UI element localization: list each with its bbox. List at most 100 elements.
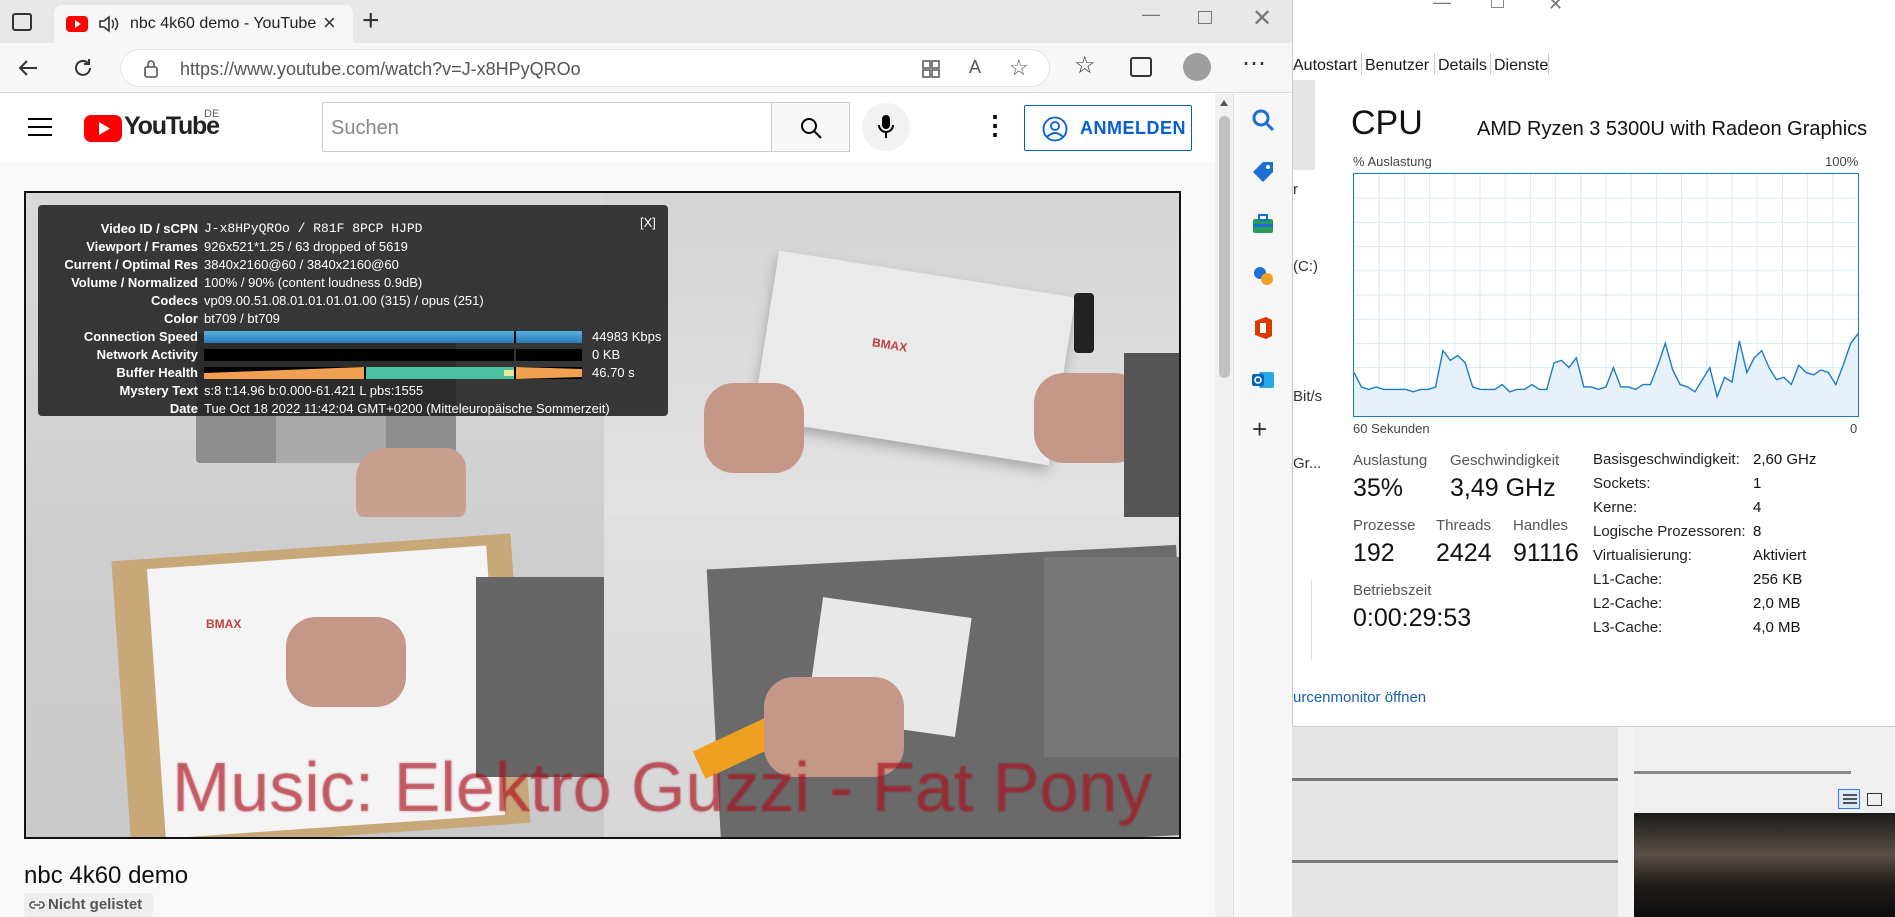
tm-minimize-icon[interactable]: — <box>1433 0 1451 13</box>
stats-label: Connection Speed <box>83 329 198 344</box>
outlook-icon[interactable] <box>1251 368 1275 392</box>
betriebszeit-value: 0:00:29:53 <box>1353 604 1472 632</box>
browser-toolbar: https://www.youtube.com/watch?v=J-x8HPyQ… <box>0 43 1292 93</box>
settings-more-icon[interactable]: ⋮ <box>982 110 1008 141</box>
tm-sidebar-selected[interactable] <box>1293 80 1315 170</box>
profile-avatar[interactable] <box>1183 53 1211 81</box>
background-window-right <box>1634 727 1895 917</box>
back-icon[interactable] <box>17 58 39 78</box>
stats-row: Video ID / sCPN J-x8HPyQROo / R81F 8PCP … <box>38 220 668 238</box>
divider <box>1634 771 1851 774</box>
stats-row: Viewport / Frames 926x521*1.25 / 63 drop… <box>38 238 668 256</box>
tm-maximize-icon[interactable] <box>1491 0 1504 8</box>
detail-label: Virtualisierung: <box>1593 547 1692 564</box>
tile-view-icon[interactable] <box>1867 793 1882 806</box>
music-caption: Music: Elektro Guzzi - Fat Pony <box>172 748 1153 826</box>
prozesse-label: Prozesse <box>1353 517 1416 534</box>
util-max-label: 100% <box>1825 154 1859 169</box>
url-text[interactable]: https://www.youtube.com/watch?v=J-x8HPyQ… <box>180 59 581 80</box>
visibility-badge: Nicht gelistet <box>24 893 153 917</box>
sidebar-search-icon[interactable] <box>1251 108 1275 132</box>
time-axis-left: 60 Sekunden <box>1353 421 1430 436</box>
tab-active[interactable]: nbc 4k60 demo - YouTube × <box>54 5 353 43</box>
stats-label: Volume / Normalized <box>71 275 198 290</box>
browser-window: nbc 4k60 demo - YouTube × + — ✕ https://… <box>0 0 1292 917</box>
tab-benutzer[interactable]: Benutzer <box>1365 57 1429 75</box>
tab-dienste[interactable]: Dienste <box>1494 57 1548 75</box>
lock-icon[interactable] <box>143 60 159 78</box>
new-tab-icon[interactable]: + <box>362 4 380 38</box>
scroll-up-icon[interactable] <box>1220 100 1228 106</box>
detail-label: L1-Cache: <box>1593 571 1663 588</box>
microphone-icon <box>878 115 894 138</box>
sleeve-shape <box>1124 353 1179 517</box>
favorites-icon[interactable]: ☆ <box>1074 51 1096 80</box>
time-axis-right: 0 <box>1850 421 1858 436</box>
tab-close-icon[interactable]: × <box>323 10 336 36</box>
voice-search-button[interactable] <box>862 103 910 151</box>
link-icon <box>29 901 45 909</box>
office-icon[interactable] <box>1251 316 1275 340</box>
stats-label: Viewport / Frames <box>86 239 198 254</box>
tab-autostart[interactable]: Autostart <box>1293 57 1357 75</box>
tab-details[interactable]: Details <box>1438 57 1487 75</box>
list-view-icon[interactable] <box>1838 789 1860 809</box>
arm-right-shape <box>1044 557 1179 757</box>
stats-value: Tue Oct 18 2022 11:42:04 GMT+0200 (Mitte… <box>204 401 610 416</box>
scroll-thumb[interactable] <box>1219 116 1230 378</box>
tab-actions-icon[interactable] <box>12 13 32 31</box>
stats-for-nerds-panel: [X] Video ID / sCPN J-x8HPyQROo / R81F 8… <box>38 205 668 416</box>
tools-briefcase-icon[interactable] <box>1251 212 1275 236</box>
hamburger-menu-icon[interactable] <box>28 117 52 137</box>
detail-label: Logische Prozessoren: <box>1593 523 1746 540</box>
stats-row: Volume / Normalized 100% / 90% (content … <box>38 274 668 292</box>
stats-value: 926x521*1.25 / 63 dropped of 5619 <box>204 239 408 254</box>
stats-row: Current / Optimal Res 3840x2160@60 / 384… <box>38 256 668 274</box>
speaker-icon[interactable] <box>98 15 120 33</box>
search-button[interactable] <box>771 102 850 152</box>
stats-value: 100% / 90% (content loudness 0.9dB) <box>204 275 423 290</box>
search-input[interactable]: Suchen <box>322 102 772 152</box>
resource-monitor-link[interactable]: urcenmonitor öffnen <box>1293 689 1426 706</box>
youtube-logo-icon[interactable] <box>84 115 122 142</box>
signin-button[interactable]: ANMELDEN <box>1024 105 1192 151</box>
video-title: nbc 4k60 demo <box>24 862 189 889</box>
edge-sidebar: + <box>1233 94 1292 917</box>
stats-row: Date Tue Oct 18 2022 11:42:04 GMT+0200 (… <box>38 400 668 418</box>
refresh-icon[interactable] <box>72 57 94 79</box>
stats-label: Buffer Health <box>116 365 198 380</box>
divider <box>1292 778 1618 781</box>
divider <box>1292 860 1618 863</box>
read-aloud-icon[interactable]: A <box>969 57 981 78</box>
detail-value: 256 KB <box>1753 571 1803 588</box>
more-menu-icon[interactable]: ⋯ <box>1242 49 1266 78</box>
address-bar[interactable]: https://www.youtube.com/watch?v=J-x8HPyQ… <box>120 49 1050 87</box>
task-manager-window: — ✕ Autostart Benutzer Details Dienste r… <box>1292 0 1895 727</box>
shopping-tag-icon[interactable] <box>1251 160 1275 184</box>
minimize-icon[interactable]: — <box>1142 4 1160 25</box>
tab-title: nbc 4k60 demo - YouTube <box>130 15 317 32</box>
add-favorite-icon[interactable]: ☆ <box>1009 55 1029 81</box>
add-sidebar-icon[interactable]: + <box>1252 414 1267 445</box>
detail-label: L2-Cache: <box>1593 595 1663 612</box>
app-available-icon[interactable] <box>921 59 941 79</box>
stats-label: Mystery Text <box>119 383 198 398</box>
collections-icon[interactable] <box>1130 57 1152 77</box>
prozesse-value: 192 <box>1353 539 1395 567</box>
tm-close-icon[interactable]: ✕ <box>1548 0 1563 15</box>
bg-scrollbar <box>1618 727 1634 917</box>
youtube-header: YouTube DE Suchen ⋮ ANMELDEN <box>0 94 1215 162</box>
charger-shape <box>1074 293 1094 353</box>
window-close-icon[interactable]: ✕ <box>1252 4 1272 33</box>
video-player[interactable]: BMAX BMAX Music: Elektro Guzzi - Fat Pon… <box>24 191 1181 839</box>
detail-value: 2,0 MB <box>1753 595 1801 612</box>
tab-strip: nbc 4k60 demo - YouTube × + — ✕ <box>0 0 1292 43</box>
maximize-icon[interactable] <box>1198 11 1212 24</box>
tm-tab-bar: Autostart Benutzer Details Dienste <box>1293 53 1895 81</box>
games-icon[interactable] <box>1251 264 1275 288</box>
detail-value: 4,0 MB <box>1753 619 1801 636</box>
handles-label: Handles <box>1513 517 1569 534</box>
stats-value: bt709 / bt709 <box>204 311 280 326</box>
page-scrollbar[interactable] <box>1215 94 1233 917</box>
detail-label: Kerne: <box>1593 499 1638 516</box>
